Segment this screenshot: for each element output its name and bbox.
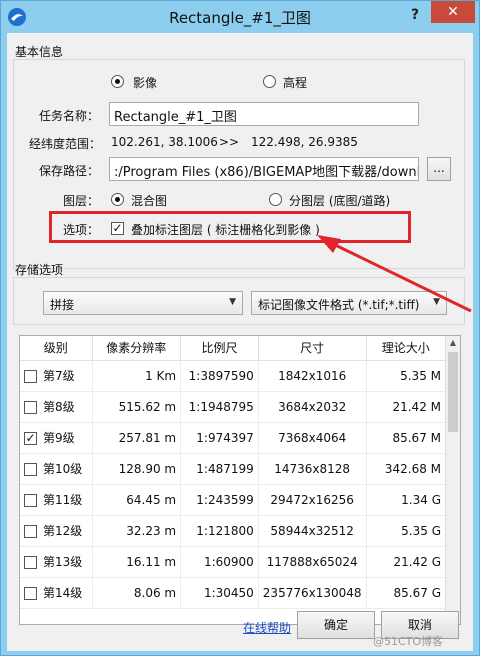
annotation-arrow [317, 235, 472, 313]
dialog-window: Rectangle_#1_卫图 ? ✕ 基本信息 影像 高程 任务名称： Rec… [0, 0, 480, 656]
